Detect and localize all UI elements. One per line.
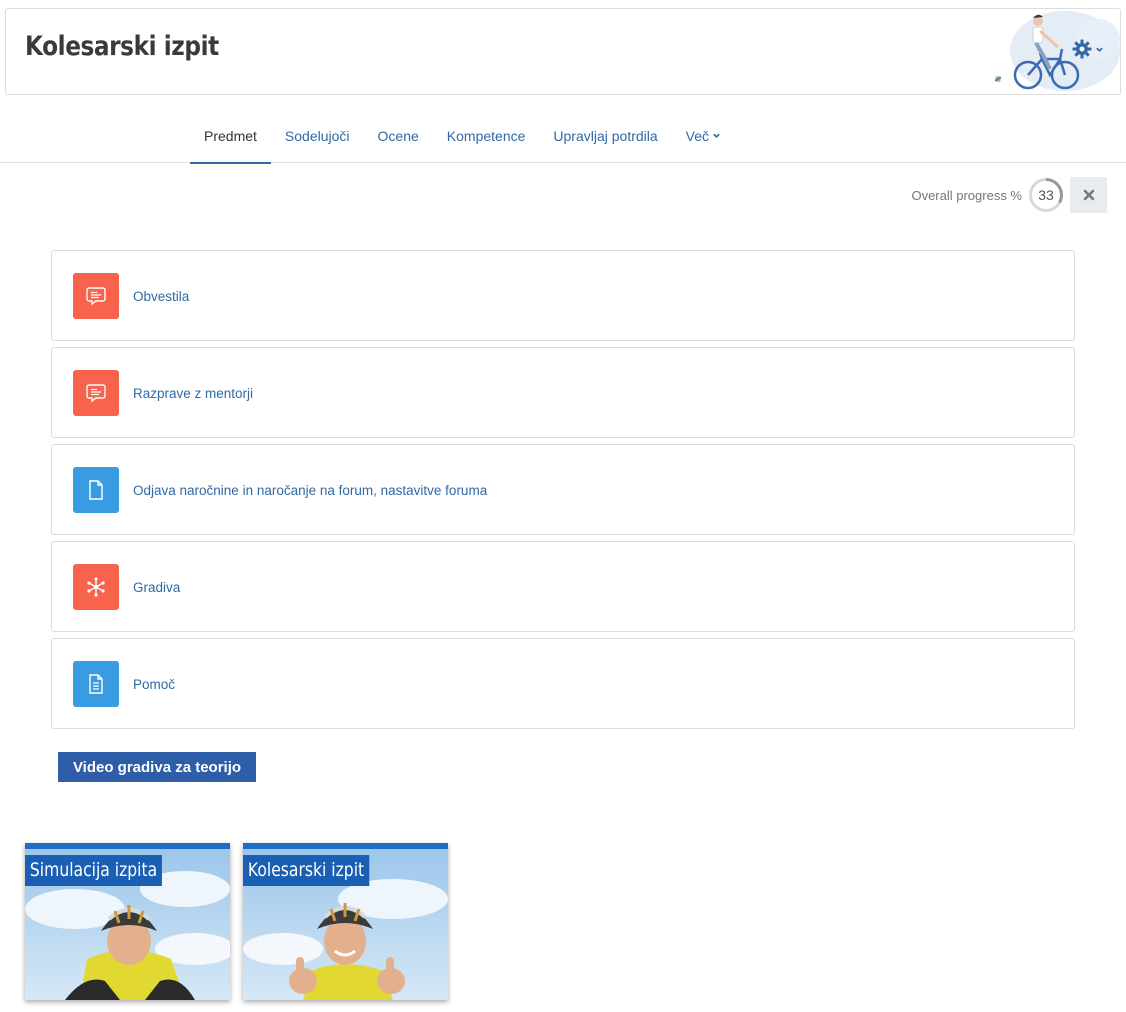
overall-progress: Overall progress % 33	[911, 177, 1064, 213]
document-icon	[73, 661, 119, 707]
close-progress-button[interactable]	[1070, 177, 1107, 213]
chevron-down-icon	[713, 133, 720, 138]
page-title: Kolesarski izpit	[25, 31, 219, 62]
file-icon	[73, 467, 119, 513]
tab-vec[interactable]: Več	[672, 108, 735, 163]
course-settings-menu[interactable]	[1072, 39, 1104, 59]
activity-card: Razprave z mentorji	[51, 347, 1075, 438]
activity-card: Pomoč	[51, 638, 1075, 729]
activity-link-obvestila[interactable]: Obvestila	[133, 251, 189, 342]
progress-ring: 33	[1028, 177, 1064, 213]
forum-icon	[73, 370, 119, 416]
course-nav: Predmet Sodelujoči Ocene Kompetence Upra…	[0, 108, 1126, 164]
activity-link-gradiva[interactable]: Gradiva	[133, 542, 180, 633]
tab-sodelujoci[interactable]: Sodelujoči	[271, 108, 364, 163]
activity-link-odjava[interactable]: Odjava naročnine in naročanje na forum, …	[133, 445, 487, 536]
activity-list: Obvestila Razprave z mentorji Odjava nar…	[51, 250, 1075, 735]
course-header: Kolesarski izpit	[5, 8, 1121, 95]
gear-icon	[1072, 39, 1092, 59]
video-section-button[interactable]: Video gradiva za teorijo	[58, 752, 256, 782]
progress-label: Overall progress %	[911, 187, 1022, 203]
chevron-down-icon	[1096, 47, 1103, 52]
progress-value: 33	[1038, 187, 1054, 203]
video-title-label: Simulacija izpita	[25, 855, 163, 886]
hub-icon	[73, 564, 119, 610]
video-title-label: Kolesarski izpit	[243, 855, 370, 886]
video-tile-kolesarski[interactable]: Kolesarski izpit	[243, 843, 448, 1000]
activity-card: Odjava naročnine in naročanje na forum, …	[51, 444, 1075, 535]
forum-icon	[73, 273, 119, 319]
activity-card: Gradiva	[51, 541, 1075, 632]
activity-link-razprave[interactable]: Razprave z mentorji	[133, 348, 253, 439]
video-tile-simulacija[interactable]: Simulacija izpita	[25, 843, 230, 1000]
tab-kompetence[interactable]: Kompetence	[433, 108, 540, 163]
activity-link-pomoc[interactable]: Pomoč	[133, 639, 175, 730]
tab-ocene[interactable]: Ocene	[364, 108, 433, 163]
tab-predmet[interactable]: Predmet	[190, 108, 271, 164]
close-icon	[1083, 189, 1094, 201]
tab-upravljaj-potrdila[interactable]: Upravljaj potrdila	[539, 108, 671, 163]
activity-card: Obvestila	[51, 250, 1075, 341]
